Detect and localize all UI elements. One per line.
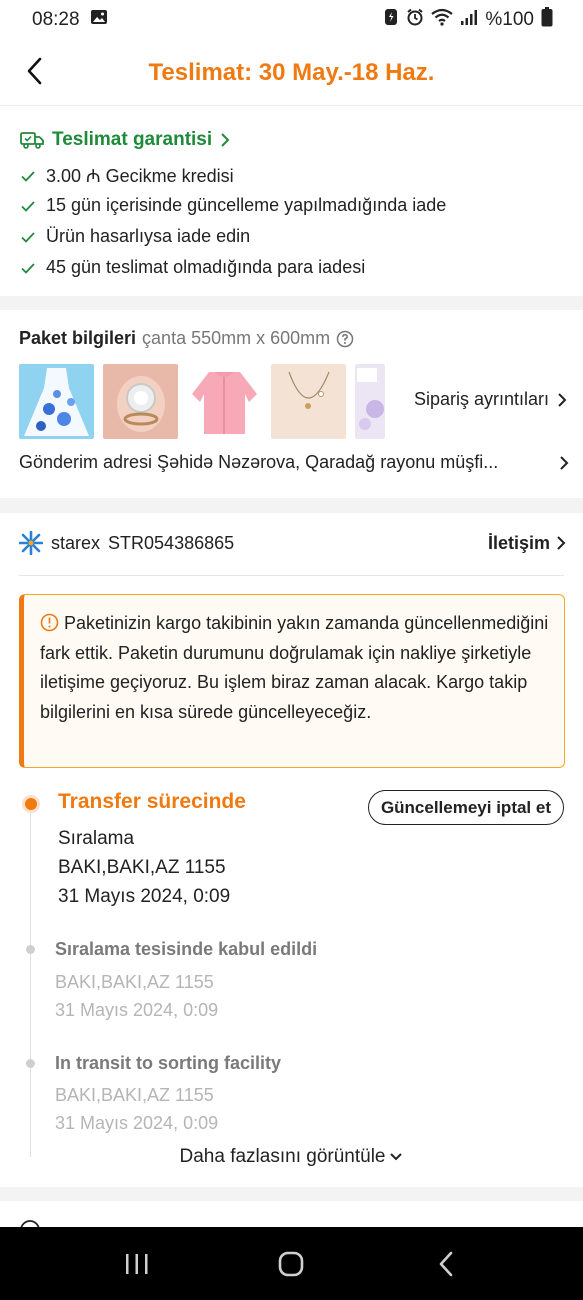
gallery-icon [90, 8, 108, 32]
tracking-notice-text: Paketinizin kargo takibinin yakın zamand… [40, 613, 549, 723]
package-info-label: Paket bilgileri [19, 328, 137, 348]
help-icon[interactable] [336, 330, 354, 348]
chevron-left-icon [27, 57, 42, 85]
tracking-notice: Paketinizin kargo takibinin yakın zamand… [19, 594, 565, 768]
guarantee-item-label: 3.00 ₼ Gecikme kredisi [46, 166, 234, 186]
section-divider [0, 498, 583, 513]
system-back-button[interactable] [416, 1234, 476, 1294]
guarantee-item: 15 gün içerisinde güncelleme yapılmadığı… [20, 195, 446, 216]
back-icon [439, 1251, 453, 1276]
contact-label: İletişim [487, 532, 550, 553]
current-status-location: BAKI,BAKI,AZ 1155 [58, 857, 226, 878]
timeline-dot [26, 1059, 35, 1068]
delivery-truck-icon [20, 132, 44, 149]
recent-apps-button[interactable] [107, 1234, 167, 1294]
back-button[interactable] [18, 54, 52, 88]
section-divider [0, 1187, 583, 1201]
page-title: Teslimat: 30 May.-18 Haz. [148, 58, 435, 86]
data-saver-icon [383, 8, 399, 32]
current-status-title: Transfer sürecinde [58, 790, 246, 813]
check-icon [21, 262, 35, 274]
status-bar: 08:28 %100 [0, 0, 583, 40]
battery-icon [541, 7, 553, 33]
package-info-section: Paket bilgileri çanta 550mm x 600mm Sipa… [0, 310, 583, 498]
status-time: 08:28 [32, 9, 80, 30]
chevron-right-icon [558, 392, 567, 407]
starex-logo-icon [19, 531, 43, 555]
product-thumbnails[interactable] [19, 364, 385, 439]
event-title: In transit to sorting facility [55, 1053, 282, 1073]
guarantee-item-label: 45 gün teslimat olmadığında para iadesi [46, 257, 366, 277]
recent-apps-icon [126, 1253, 148, 1274]
chevron-down-icon [390, 1153, 403, 1161]
timeline-dot [26, 945, 35, 954]
product-image-necklace[interactable] [271, 364, 346, 439]
package-size: çanta 550mm x 600mm [142, 328, 331, 348]
page-header: Teslimat: 30 May.-18 Haz. [0, 40, 583, 106]
event-time: 31 Mayıs 2024, 0:09 [55, 1113, 219, 1133]
check-icon [21, 200, 35, 212]
view-more-button[interactable]: Daha fazlasını görüntüle [0, 1146, 583, 1168]
timeline-line [30, 807, 31, 1157]
event-time: 31 Mayıs 2024, 0:09 [55, 1000, 219, 1020]
tracking-section: starex STR054386865 İletişim Paketinizin… [0, 513, 583, 1187]
delivery-guarantee-link[interactable]: Teslimat garantisi [20, 129, 230, 151]
next-section-partial [0, 1201, 583, 1227]
check-icon [21, 171, 35, 182]
package-info-title: Paket bilgileri çanta 550mm x 600mm [19, 328, 354, 349]
wifi-icon [431, 8, 454, 32]
guarantee-item-label: Ürün hasarlıysa iade edin [46, 226, 251, 246]
signal-icon [460, 8, 478, 32]
order-details-label: Sipariş ayrıntıları [413, 389, 549, 409]
divider [19, 575, 564, 576]
product-image-partial[interactable] [355, 364, 385, 439]
home-button[interactable] [261, 1234, 321, 1294]
delivery-guarantee-section: Teslimat garantisi 3.00 ₼ Gecikme kredis… [0, 107, 583, 296]
tracking-number: STR054386865 [108, 532, 235, 553]
chevron-right-icon [221, 133, 230, 147]
shipping-address-row[interactable]: Gönderim adresi Şəhidə Nəzərova, Qaradağ… [19, 452, 569, 473]
clock-icon [20, 1220, 40, 1227]
guarantee-item-label: 15 gün içerisinde güncelleme yapılmadığı… [46, 195, 447, 215]
view-more-label: Daha fazlasını görüntüle [179, 1146, 386, 1167]
timeline-dot-active [22, 795, 40, 813]
section-divider [0, 296, 583, 310]
system-navigation-bar [0, 1227, 583, 1300]
chevron-right-icon [557, 536, 566, 550]
current-status-detail: Sıralama [58, 828, 135, 849]
event-title: Sıralama tesisinde kabul edildi [55, 939, 318, 959]
event-location: BAKI,BAKI,AZ 1155 [55, 972, 214, 992]
shipping-address: Gönderim adresi Şəhidə Nəzərova, Qaradağ… [19, 452, 499, 472]
check-icon [21, 231, 35, 243]
alarm-icon [406, 8, 424, 32]
contact-link[interactable]: İletişim [488, 533, 566, 554]
product-image-dress[interactable] [19, 364, 94, 439]
cancel-update-button[interactable]: Güncellemeyi iptal et [367, 790, 564, 825]
home-icon [279, 1251, 304, 1276]
product-image-jacket[interactable] [187, 364, 262, 439]
order-details-link[interactable]: Sipariş ayrıntıları [414, 389, 567, 410]
carrier-row: starex STR054386865 İletişim [19, 531, 566, 555]
delivery-guarantee-title: Teslimat garantisi [52, 129, 213, 150]
carrier-name: starex [51, 532, 101, 553]
current-status-time: 31 Mayıs 2024, 0:09 [58, 886, 231, 907]
guarantee-item: 45 gün teslimat olmadığında para iadesi [20, 257, 365, 278]
battery-percent: %100 [485, 9, 534, 30]
info-icon [40, 613, 59, 632]
event-location: BAKI,BAKI,AZ 1155 [55, 1085, 214, 1105]
product-image-ring[interactable] [103, 364, 178, 439]
guarantee-item: Ürün hasarlıysa iade edin [20, 226, 250, 247]
guarantee-item: 3.00 ₼ Gecikme kredisi [20, 164, 234, 188]
chevron-right-icon [560, 455, 569, 470]
